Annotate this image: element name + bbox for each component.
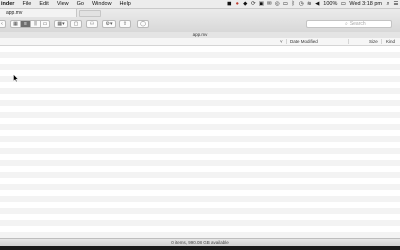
new-tab-button[interactable]	[79, 9, 101, 17]
tag-icon: ◯	[140, 21, 146, 27]
notification-center-icon[interactable]: ☰	[392, 0, 400, 8]
spotlight-icon[interactable]: ⌕	[384, 0, 392, 8]
grid-icon: ▦	[13, 21, 18, 27]
airplay-icon[interactable]: ▭	[281, 0, 289, 8]
toolbar: ‹ ▦ ≡ ⫼ ▭ ▦▾ ▢ ⚇ ⚙▾ ⇧ ◯ ⌕ Search	[0, 20, 400, 30]
folder-icon: ▢	[73, 21, 79, 27]
status-menu: ◼ ● ◆ ⟳ ▣ ✉ ◎ ▭ ᛒ ◷ ≋ ◀ 100% ▭ Wed 3:18 …	[225, 0, 400, 8]
menu-view[interactable]: View	[53, 0, 73, 8]
clock-icon[interactable]: ◷	[297, 0, 305, 8]
file-list[interactable]	[0, 46, 400, 238]
status-bar: 0 items, 990.08 GB available	[0, 238, 400, 246]
search-field[interactable]: ⌕ Search	[306, 20, 392, 28]
columns-icon: ⫼	[34, 21, 37, 27]
column-date-modified[interactable]: Date Modified	[290, 38, 318, 45]
window-titlebar: app.mv ‹ ▦ ≡ ⫼ ▭ ▦▾ ▢ ⚇ ⚙▾ ⇧ ◯ ⌕ Search	[0, 9, 400, 33]
tab-label: app.mv	[6, 10, 23, 16]
menu-help[interactable]: Help	[116, 0, 135, 8]
column-divider[interactable]	[381, 39, 382, 44]
bluetooth-icon[interactable]: ᛒ	[289, 0, 297, 8]
search-icon: ⌕	[345, 21, 348, 27]
menu-edit[interactable]: Edit	[35, 0, 52, 8]
menu-window[interactable]: Window	[88, 0, 116, 8]
mail-icon[interactable]: ✉	[265, 0, 273, 8]
column-view-button[interactable]: ⫼	[30, 20, 40, 28]
battery-percent[interactable]: 100%	[321, 0, 339, 8]
list-icon: ≡	[24, 21, 27, 27]
extension-icon[interactable]: ◼	[225, 0, 233, 8]
vpn-icon[interactable]: ◎	[273, 0, 281, 8]
record-icon[interactable]: ●	[233, 0, 241, 8]
coverflow-icon: ▭	[42, 21, 48, 27]
icon-view-button[interactable]: ▦	[10, 20, 20, 28]
cover-flow-button[interactable]: ▭	[40, 20, 50, 28]
people-icon: ⚇	[89, 21, 95, 27]
volume-icon[interactable]: ◀	[313, 0, 321, 8]
view-mode-group: ▦ ≡ ⫼ ▭	[10, 20, 50, 28]
wifi-icon[interactable]: ≋	[305, 0, 313, 8]
column-divider[interactable]	[348, 39, 349, 44]
menu-clock[interactable]: Wed 3:18 pm	[347, 0, 384, 8]
app-menu: inder File Edit View Go Window Help	[0, 0, 135, 8]
arrange-button[interactable]: ▦▾	[54, 20, 68, 28]
menu-file[interactable]: File	[18, 0, 35, 8]
chevron-left-icon: ‹	[1, 21, 3, 27]
share-icon: ⇧	[122, 21, 128, 27]
column-kind[interactable]: Kind	[386, 38, 395, 45]
edit-tags-button[interactable]: ◯	[137, 20, 149, 28]
list-view-button[interactable]: ≡	[20, 20, 30, 28]
sync-icon[interactable]: ⟳	[249, 0, 257, 8]
battery-icon[interactable]: ▭	[339, 0, 347, 8]
arrange-icon: ▦▾	[57, 21, 65, 27]
back-button[interactable]: ‹	[0, 20, 6, 28]
share-button[interactable]: ⇧	[119, 20, 131, 28]
tab-app-mv[interactable]: app.mv	[0, 9, 77, 17]
search-placeholder: Search	[349, 21, 366, 27]
menu-go[interactable]: Go	[73, 0, 88, 8]
column-divider[interactable]	[286, 39, 287, 44]
mouse-pointer-icon	[13, 74, 19, 82]
action-button[interactable]: ⚙▾	[102, 20, 116, 28]
menu-bar: inder File Edit View Go Window Help ◼ ● …	[0, 0, 400, 9]
tab-bar: app.mv	[0, 9, 101, 17]
gear-icon: ⚙▾	[105, 21, 113, 27]
list-header: ˅ Date Modified Size Kind	[0, 38, 400, 46]
dock-strip	[0, 246, 400, 250]
column-size[interactable]: Size	[369, 38, 378, 45]
folder-title: app.mv	[192, 32, 208, 37]
dropbox-icon[interactable]: ◆	[241, 0, 249, 8]
menu-app-name[interactable]: inder	[0, 0, 18, 8]
sort-chevron-icon[interactable]: ˅	[280, 38, 283, 45]
status-text: 0 items, 990.08 GB available	[171, 240, 229, 245]
new-folder-button[interactable]: ▢	[70, 20, 82, 28]
connect-server-button[interactable]: ⚇	[86, 20, 98, 28]
app-icon[interactable]: ▣	[257, 0, 265, 8]
